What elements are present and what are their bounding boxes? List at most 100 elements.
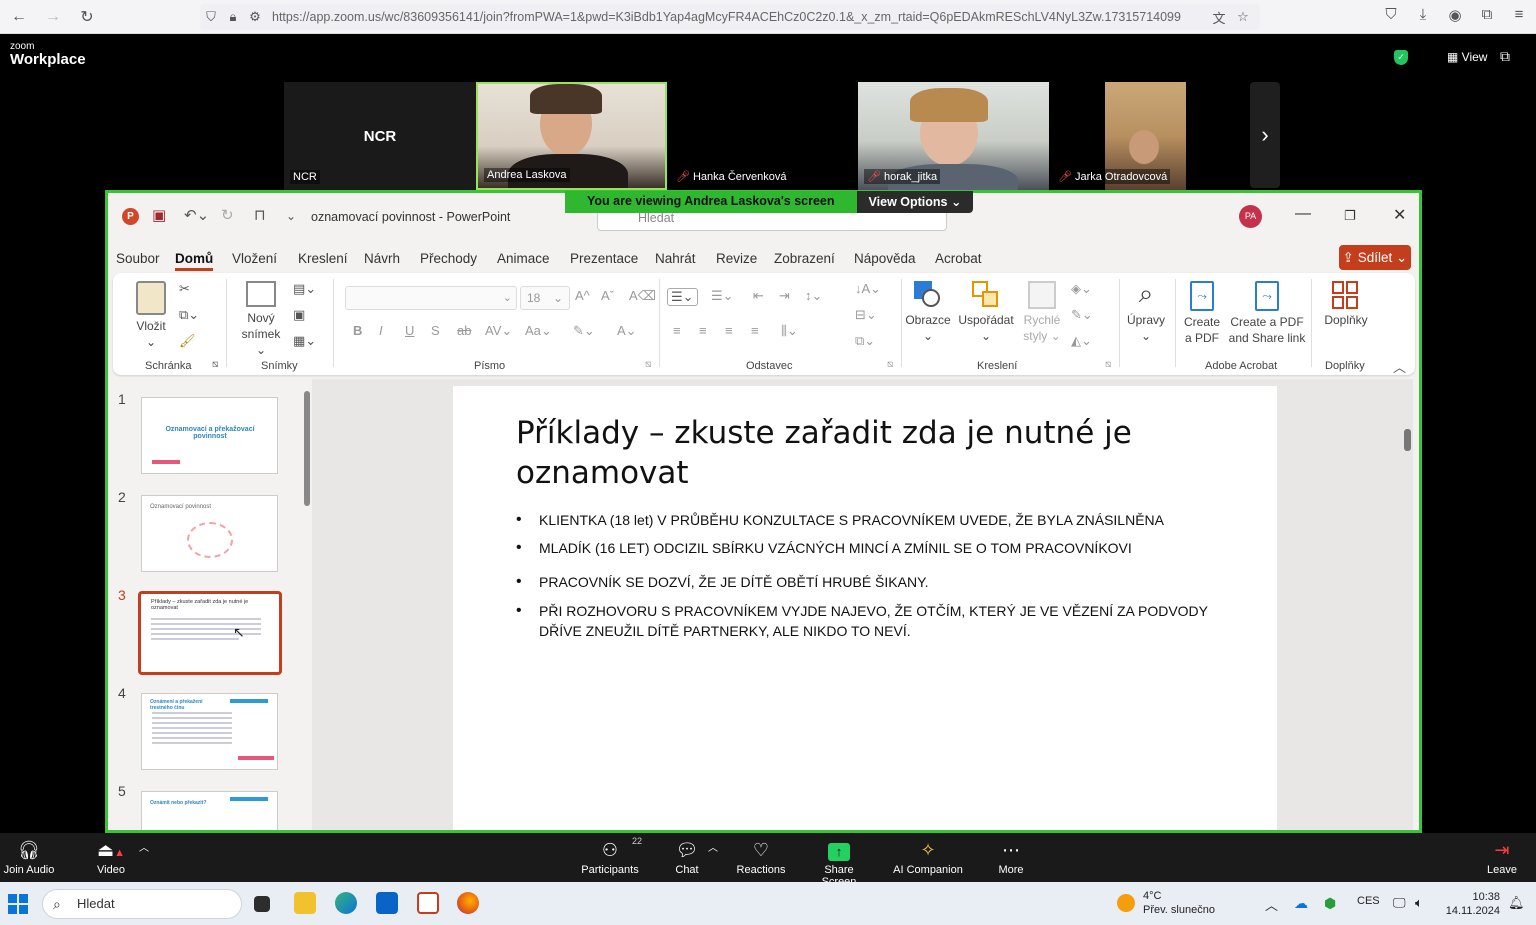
thumbnails-scrollbar[interactable]	[303, 379, 311, 830]
tab-kresleni[interactable]: Kreslení	[298, 251, 348, 266]
decrease-indent-icon[interactable]: ⇤	[753, 288, 764, 304]
customize-qat-icon[interactable]: ⌄	[286, 209, 296, 223]
align-center-icon[interactable]: ≡	[699, 323, 707, 338]
align-right-icon[interactable]: ≡	[725, 323, 733, 338]
reset-icon[interactable]: ▣	[293, 307, 305, 323]
strikethrough-icon[interactable]: ab	[457, 323, 471, 338]
justify-icon[interactable]: ≡	[751, 323, 759, 338]
collapse-ribbon-icon[interactable]: ︿	[1393, 357, 1406, 376]
slide-thumbnail-4[interactable]: Oznámení a překažení trestného činu	[141, 693, 278, 770]
leave-button[interactable]: ⇥ Leave	[1486, 838, 1518, 876]
create-share-pdf-button[interactable]: ⤳ Create a PDF and Share link	[1225, 281, 1309, 346]
align-text-icon[interactable]: ⊟⌄	[855, 307, 877, 323]
file-explorer-icon[interactable]	[294, 892, 316, 914]
italic-icon[interactable]: I	[379, 323, 383, 338]
format-painter-icon[interactable]: 🖌︎	[179, 333, 196, 349]
addins-button[interactable]: Doplňky	[1317, 281, 1375, 328]
menu-icon[interactable]: ≡	[1508, 6, 1530, 24]
edge-icon[interactable]	[335, 892, 357, 914]
redo-icon[interactable]: ↻	[221, 206, 234, 224]
paragraph-dialog-icon[interactable]: ⧅	[887, 359, 893, 370]
onedrive-icon[interactable]: ☁	[1294, 895, 1308, 912]
save-icon[interactable]: ▣	[152, 206, 166, 224]
outlook-icon[interactable]	[376, 892, 398, 914]
snipping-tool-icon[interactable]	[417, 892, 439, 914]
firefox-icon[interactable]	[457, 892, 479, 914]
minimize-icon[interactable]: —	[1295, 205, 1311, 223]
bullets-icon[interactable]: ☰⌄	[667, 288, 698, 306]
present-icon[interactable]: ⊓	[254, 206, 266, 224]
download-icon[interactable]: ⤓	[1412, 6, 1434, 24]
tab-napoveda[interactable]: Nápověda	[854, 251, 916, 266]
encryption-shield-icon[interactable]: ✓	[1394, 50, 1408, 65]
defender-icon[interactable]: ⬢	[1324, 895, 1336, 912]
underline-icon[interactable]: U	[405, 323, 414, 338]
gallery-next-arrow[interactable]: ›	[1250, 82, 1280, 188]
view-options-button[interactable]: View Options ⌄	[856, 191, 974, 213]
weather-widget[interactable]: 4°C Přev. slunečno	[1117, 889, 1215, 917]
join-audio-button[interactable]: 🎧︎ Join Audio	[2, 838, 56, 876]
video-options-caret[interactable]: ︿	[139, 839, 149, 854]
share-screen-button[interactable]: ↑Share Screen	[806, 838, 872, 888]
tab-revize[interactable]: Revize	[716, 251, 757, 266]
forward-icon[interactable]: →	[38, 2, 68, 32]
participant-tile-ncr[interactable]: NCR NCR	[284, 82, 476, 190]
create-pdf-button[interactable]: ⤳ Create a PDF	[1179, 281, 1225, 346]
address-bar[interactable]: ⛉ 🔒︎ ⚙ https://app.zoom.us/wc/8360935614…	[200, 4, 1260, 30]
close-icon[interactable]: ✕	[1393, 205, 1406, 225]
restore-icon[interactable]: ❐	[1344, 208, 1356, 224]
tab-domu[interactable]: Domů	[175, 251, 214, 271]
bookmark-star-icon[interactable]: ☆	[1232, 9, 1254, 25]
share-button[interactable]: ⇪ Sdílet ⌄	[1339, 245, 1411, 270]
highlight-icon[interactable]: ✎⌄	[573, 323, 595, 339]
tab-vlozeni[interactable]: Vložení	[232, 251, 277, 266]
drawing-dialog-icon[interactable]: ⧅	[1105, 359, 1111, 370]
participant-tile-jarka[interactable]: 🎤︎ Jarka Otradovcová	[1049, 82, 1239, 190]
text-direction-icon[interactable]: ↓A⌄	[855, 281, 881, 297]
slide-thumbnail-2[interactable]: Oznamovací povinnost	[141, 495, 278, 572]
participants-button[interactable]: ⚇ Participants 22	[580, 836, 642, 876]
shape-effects-icon[interactable]: ◭⌄	[1071, 333, 1092, 349]
minimize-window-icon[interactable]: ⧉	[1500, 48, 1510, 65]
new-slide-button[interactable]: Nový snímek ⌄	[235, 281, 287, 358]
font-dialog-icon[interactable]: ⧅	[645, 359, 651, 370]
spacing-icon[interactable]: AV⌄	[485, 323, 512, 339]
tab-zobrazeni[interactable]: Zobrazení	[774, 251, 835, 266]
tab-nahrat[interactable]: Nahrát	[655, 251, 696, 266]
translate-icon[interactable]: 文	[1208, 8, 1230, 27]
back-icon[interactable]: ←	[4, 2, 34, 32]
bold-icon[interactable]: B	[353, 323, 362, 338]
participant-tile-hanka[interactable]: 🎤︎ Hanka Červenková	[667, 82, 858, 190]
participant-tile-horak[interactable]: 🎤︎ horak_jitka	[858, 82, 1049, 190]
tab-prezentace[interactable]: Prezentace	[570, 251, 638, 266]
tab-prechody[interactable]: Přechody	[420, 251, 477, 266]
reload-icon[interactable]: ↻	[72, 2, 102, 32]
taskbar-search[interactable]: ⌕ Hledat	[42, 889, 242, 919]
cut-icon[interactable]: ✂	[179, 281, 190, 297]
grow-font-icon[interactable]: A^	[575, 288, 590, 303]
slide-thumbnail-1[interactable]: Oznamovací a překažovací povinnost	[141, 397, 278, 474]
arrange-button[interactable]: Uspořádat ⌄	[957, 281, 1015, 344]
smartart-icon[interactable]: ⧉⌄	[855, 333, 875, 349]
line-spacing-icon[interactable]: ↕⌄	[805, 288, 822, 304]
slide-thumbnail-5[interactable]: Oznámit nebo překazit?	[141, 791, 278, 830]
increase-indent-icon[interactable]: ⇥	[779, 288, 790, 304]
numbering-icon[interactable]: ☰⌄	[711, 288, 734, 304]
video-button[interactable]: ⏏︎▲ Video	[88, 838, 134, 876]
tray-overflow-icon[interactable]: ︿	[1265, 895, 1278, 914]
columns-icon[interactable]: ⫼⌄	[781, 323, 798, 339]
tab-navrh[interactable]: Návrh	[364, 251, 400, 266]
tab-animace[interactable]: Animace	[497, 251, 550, 266]
shape-fill-icon[interactable]: ◈⌄	[1071, 281, 1092, 297]
volume-icon[interactable]: 🔈︎	[1415, 895, 1423, 911]
copy-icon[interactable]: ⧉⌄	[179, 307, 199, 323]
font-size-select[interactable]: 18 ⌄	[520, 286, 570, 310]
slide-bullets[interactable]: KLIENTKA (18 let) V PRŮBĚHU KONZULTACE S…	[516, 510, 1216, 641]
permissions-icon[interactable]: ⚙	[244, 9, 266, 25]
dialog-launcher-icon[interactable]: ⧅	[212, 359, 218, 370]
participant-tile-andrea[interactable]: Andrea Laskova	[476, 82, 667, 190]
layout-icon[interactable]: ▤⌄	[293, 281, 316, 297]
windows-start-icon[interactable]	[8, 894, 28, 914]
more-button[interactable]: ⋯ More	[996, 838, 1026, 876]
font-color-icon[interactable]: A⌄	[617, 323, 637, 339]
